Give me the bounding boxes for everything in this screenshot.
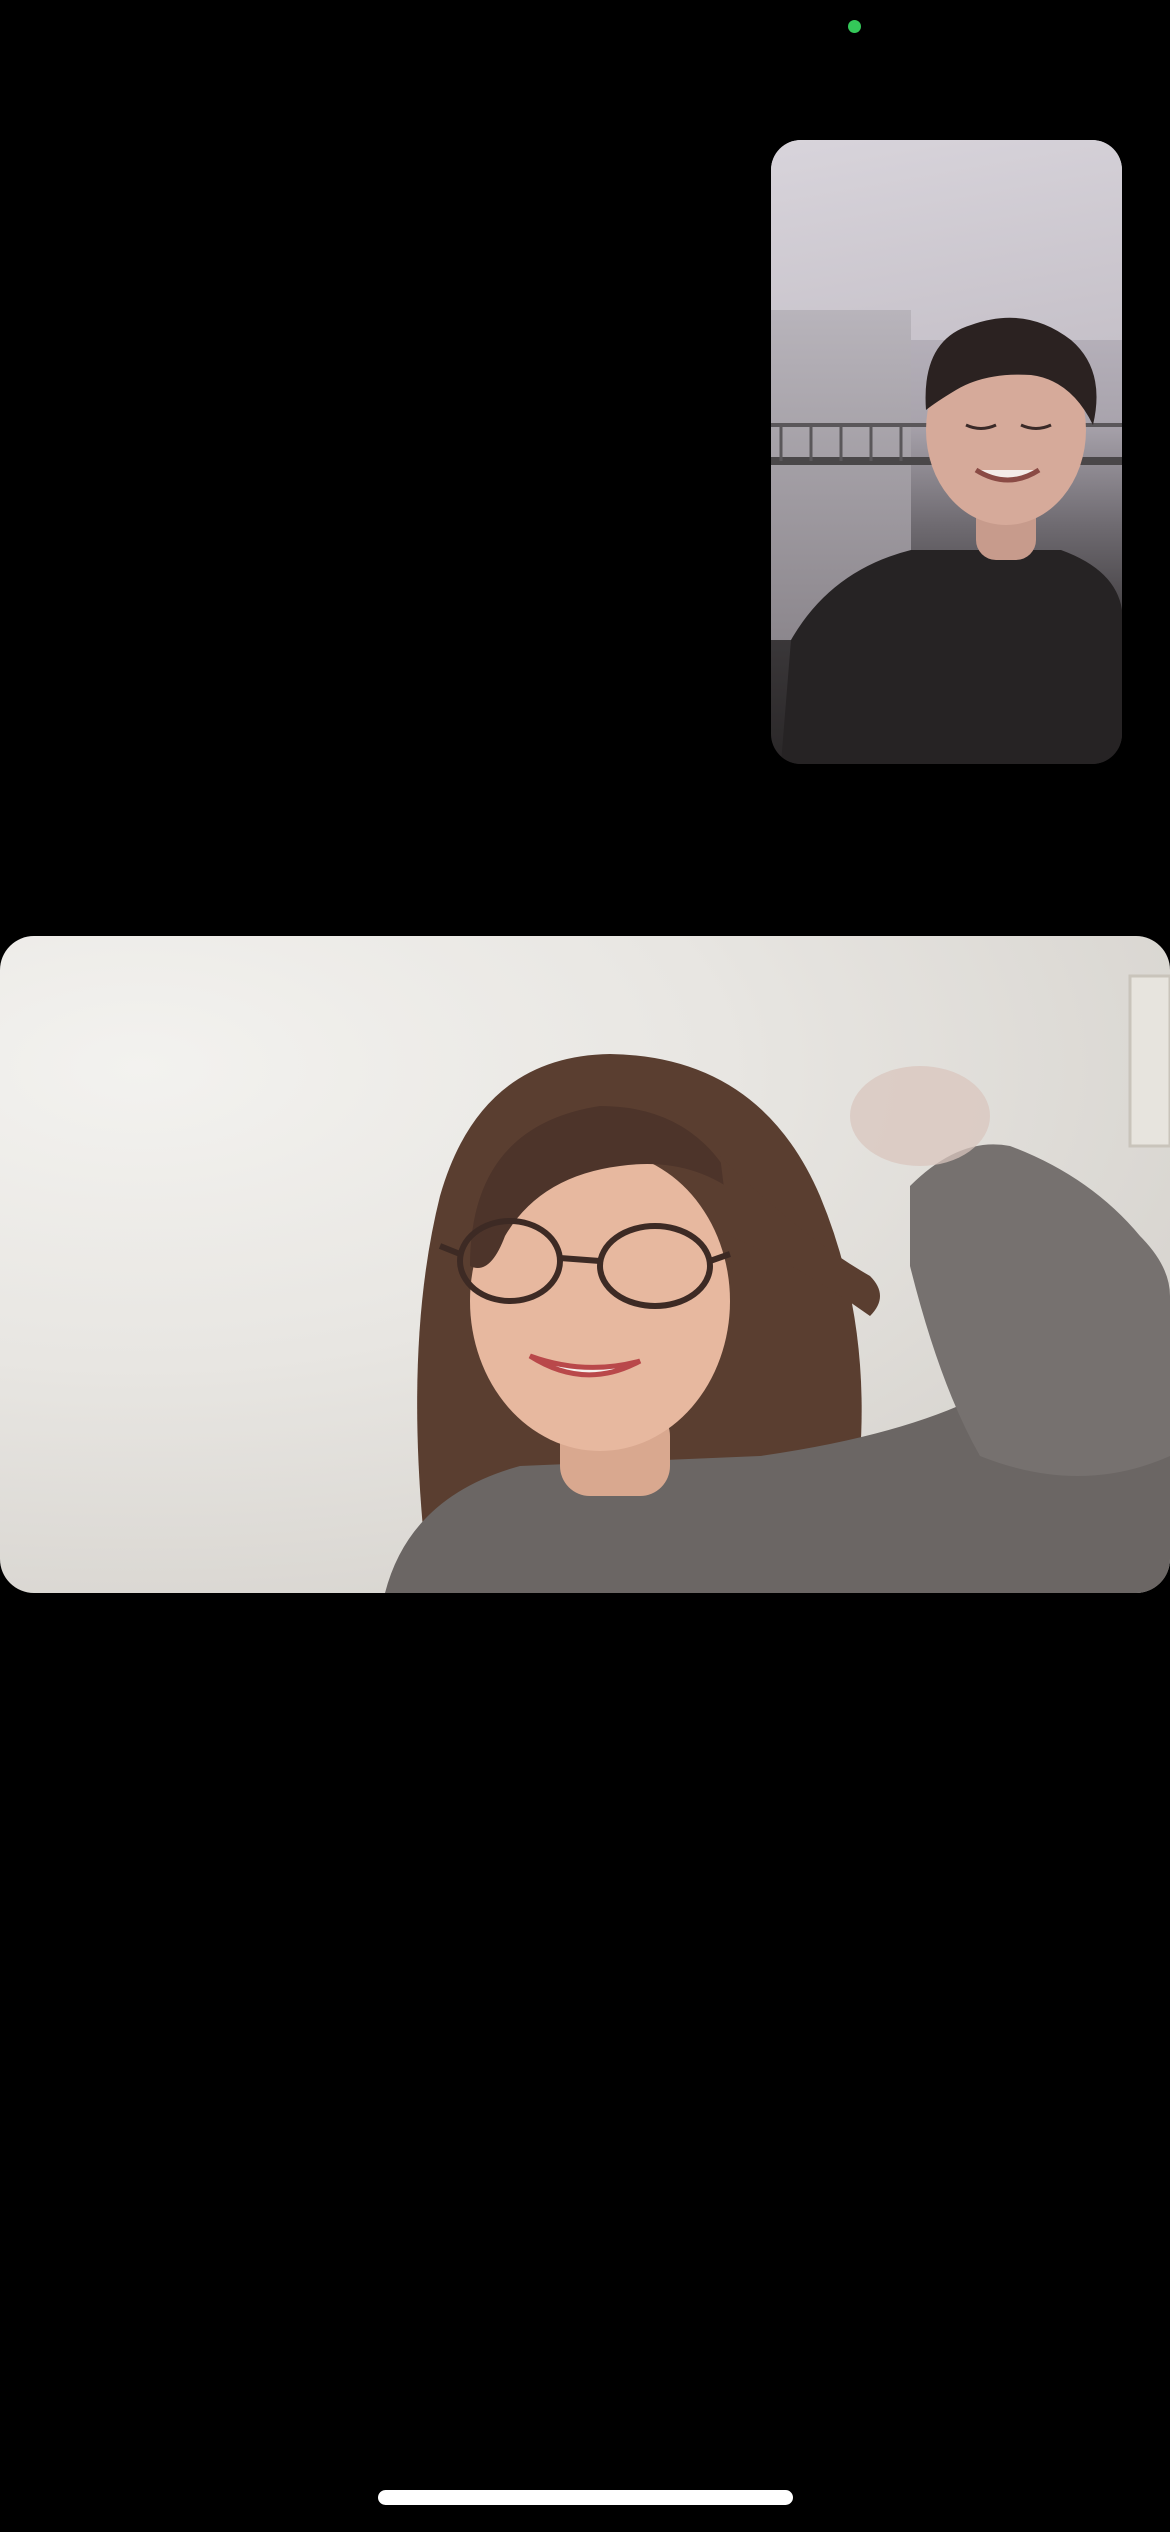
home-indicator[interactable]	[378, 2490, 793, 2505]
self-view-person	[781, 317, 1122, 764]
self-view-video-tile[interactable]	[771, 140, 1122, 764]
remote-video-tile[interactable]	[0, 936, 1170, 1593]
remote-participant-person	[385, 974, 1170, 1593]
camera-in-use-dot-icon	[848, 20, 861, 33]
